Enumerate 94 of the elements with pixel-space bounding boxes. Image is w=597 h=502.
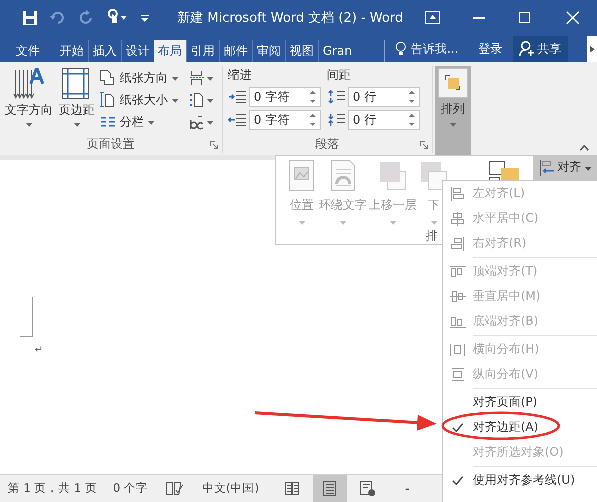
web-view-icon <box>360 480 376 496</box>
customize-icon <box>140 13 150 23</box>
menu-item[interactable]: 对齐边距(A) <box>443 415 597 440</box>
indent-left-icon <box>228 90 246 104</box>
group-label: 段落 <box>316 136 340 152</box>
page-count[interactable]: 第 1 页，共 1 页 <box>8 481 98 496</box>
position-icon <box>287 160 317 192</box>
align-vdist-icon <box>450 368 466 382</box>
menu-item[interactable]: 对齐页面(P) <box>443 390 597 415</box>
spin-field[interactable]: 0 字符 <box>249 110 321 130</box>
ribbon-button[interactable]: 页边距 <box>56 66 98 135</box>
redo-icon <box>78 10 94 26</box>
page-corner-mark <box>20 297 34 339</box>
person-icon <box>518 41 535 57</box>
align-top-icon <box>450 264 466 278</box>
hyphenation-icon <box>189 114 205 130</box>
ribbon-button[interactable]: 纸张方向 <box>100 68 179 88</box>
align-icon <box>538 158 554 176</box>
spin-arrows-icon <box>310 90 316 104</box>
save-icon <box>22 10 38 26</box>
spin-field[interactable]: 0 字符 <box>249 87 321 107</box>
spin-arrows-icon <box>409 90 415 104</box>
view-button[interactable] <box>313 475 348 502</box>
dialog-launcher-icon <box>210 141 218 149</box>
field-label: 缩进 <box>228 67 253 84</box>
caret-icon <box>172 77 179 81</box>
align-button[interactable]: 对齐 <box>533 155 597 180</box>
breaks-icon <box>189 70 205 86</box>
caret-icon <box>430 221 438 225</box>
caret-icon <box>207 99 214 103</box>
minimize-icon <box>473 17 485 19</box>
caret-icon <box>207 121 214 125</box>
indent-right-icon <box>228 113 246 127</box>
align-bottom-icon <box>450 314 466 328</box>
read-view-icon <box>284 480 300 496</box>
paragraph-mark: ↵ <box>35 345 44 356</box>
ribbon-tab[interactable]: 开始 <box>52 40 88 62</box>
align-vcenter-icon <box>450 290 466 304</box>
print-view-icon <box>322 480 338 496</box>
group-label: 排 <box>426 228 438 245</box>
lightbulb-icon <box>395 41 408 57</box>
window-title: 新建 Microsoft Word 文档 (2) - Word <box>176 10 404 27</box>
zoom-out-button[interactable]: - <box>405 482 410 496</box>
caret-icon <box>74 123 80 127</box>
orientation-icon <box>100 70 116 86</box>
scroll-right-button[interactable] <box>587 36 597 62</box>
field-label: 间距 <box>327 67 352 84</box>
align-right-icon <box>450 236 466 250</box>
caret-icon <box>450 123 456 127</box>
spin-field[interactable]: 0 行 <box>348 87 420 107</box>
ribbon-button[interactable]: 纸张大小 <box>100 90 179 110</box>
ribbon-button[interactable]: 分栏 <box>100 112 179 132</box>
spin-arrows-icon <box>310 113 316 127</box>
ribbon-button[interactable]: 文字方向 <box>2 66 56 135</box>
tell-me-field[interactable]: 告诉我... <box>395 36 469 62</box>
spin-arrows-icon <box>409 113 415 127</box>
arrange-icon <box>438 68 468 98</box>
menu-item[interactable]: 使用对齐参考线(U) <box>443 468 597 493</box>
align-hdist-icon <box>450 342 466 356</box>
undo-icon <box>50 10 66 26</box>
page-size-icon <box>100 92 116 108</box>
caret-icon <box>207 77 214 81</box>
bring-forward-icon <box>378 160 408 192</box>
align-left-icon <box>450 186 466 200</box>
ribbon-tab[interactable]: 文件 <box>0 40 52 62</box>
close-icon <box>565 11 581 25</box>
dialog-launcher-icon <box>420 141 428 149</box>
caret-icon <box>298 221 306 225</box>
spacing-after-icon <box>327 113 345 127</box>
caret-icon <box>584 166 592 170</box>
caret-icon <box>172 99 179 103</box>
sign-in-link[interactable]: 登录 <box>468 36 513 62</box>
ribbon-display-icon <box>425 11 441 25</box>
maximize-icon <box>517 11 533 25</box>
caret-icon <box>340 221 346 225</box>
spacing-before-icon <box>327 90 345 104</box>
line-numbers-icon <box>189 92 205 108</box>
group-label: 页面设置 <box>87 136 135 152</box>
share-button[interactable]: 共享 <box>512 36 568 62</box>
text-direction-icon <box>13 68 45 100</box>
ribbon-tab[interactable]: 布局 <box>154 40 186 62</box>
caret-icon <box>390 221 396 225</box>
language-indicator[interactable]: 中文(中国) <box>202 481 260 496</box>
arrange-button[interactable]: 排列 <box>435 66 471 155</box>
proofing-icon <box>166 480 184 496</box>
spin-field[interactable]: 0 行 <box>348 110 420 130</box>
align-hcenter-icon <box>450 212 466 226</box>
caret-icon <box>148 121 155 125</box>
caret-icon <box>590 46 594 52</box>
caret-up-icon <box>580 145 589 151</box>
collapse-ribbon-button[interactable] <box>580 145 589 151</box>
tell-me-placeholder: 告诉我... <box>411 40 459 58</box>
caret-icon <box>26 123 32 127</box>
word-count[interactable]: 0 个字 <box>113 481 148 496</box>
